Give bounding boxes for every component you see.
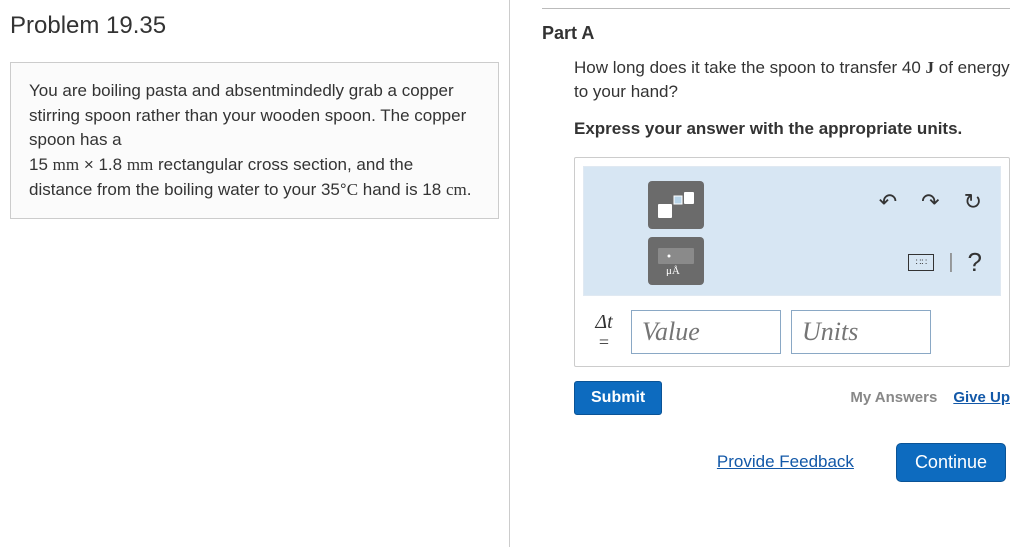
- problem-statement: You are boiling pasta and absentmindedly…: [10, 62, 499, 219]
- divider: [542, 8, 1010, 9]
- reset-icon[interactable]: ↻: [964, 189, 982, 215]
- undo-icon[interactable]: ↶: [879, 189, 897, 215]
- my-answers-link[interactable]: My Answers: [850, 389, 937, 406]
- keyboard-icon[interactable]: ∷∷: [908, 254, 934, 271]
- part-label: Part A: [542, 23, 1010, 44]
- provide-feedback-link[interactable]: Provide Feedback: [717, 452, 854, 472]
- svg-text:μÅ: μÅ: [666, 265, 680, 276]
- answer-panel-column: Part A How long does it take the spoon t…: [510, 0, 1024, 547]
- problem-panel: Problem 19.35 You are boiling pasta and …: [0, 0, 510, 547]
- submit-button[interactable]: Submit: [574, 381, 662, 415]
- variable-label: Δt =: [587, 311, 621, 353]
- help-icon[interactable]: ?: [968, 247, 982, 278]
- units-input[interactable]: [791, 310, 931, 354]
- answer-entry-panel: μÅ ↶ ↷ ↻ ∷∷ | ? Δt: [574, 157, 1010, 367]
- instruction-text: Express your answer with the appropriate…: [574, 118, 1010, 141]
- templates-button[interactable]: [648, 181, 704, 229]
- continue-button[interactable]: Continue: [896, 443, 1006, 482]
- question-text: How long does it take the spoon to trans…: [574, 56, 1010, 104]
- symbols-button[interactable]: μÅ: [648, 237, 704, 285]
- problem-title: Problem 19.35: [10, 12, 499, 40]
- toolbar-separator: |: [948, 251, 953, 274]
- redo-icon[interactable]: ↷: [921, 189, 939, 215]
- value-input[interactable]: [631, 310, 781, 354]
- give-up-link[interactable]: Give Up: [953, 389, 1010, 406]
- equation-toolbar: μÅ ↶ ↷ ↻ ∷∷ | ?: [583, 166, 1001, 296]
